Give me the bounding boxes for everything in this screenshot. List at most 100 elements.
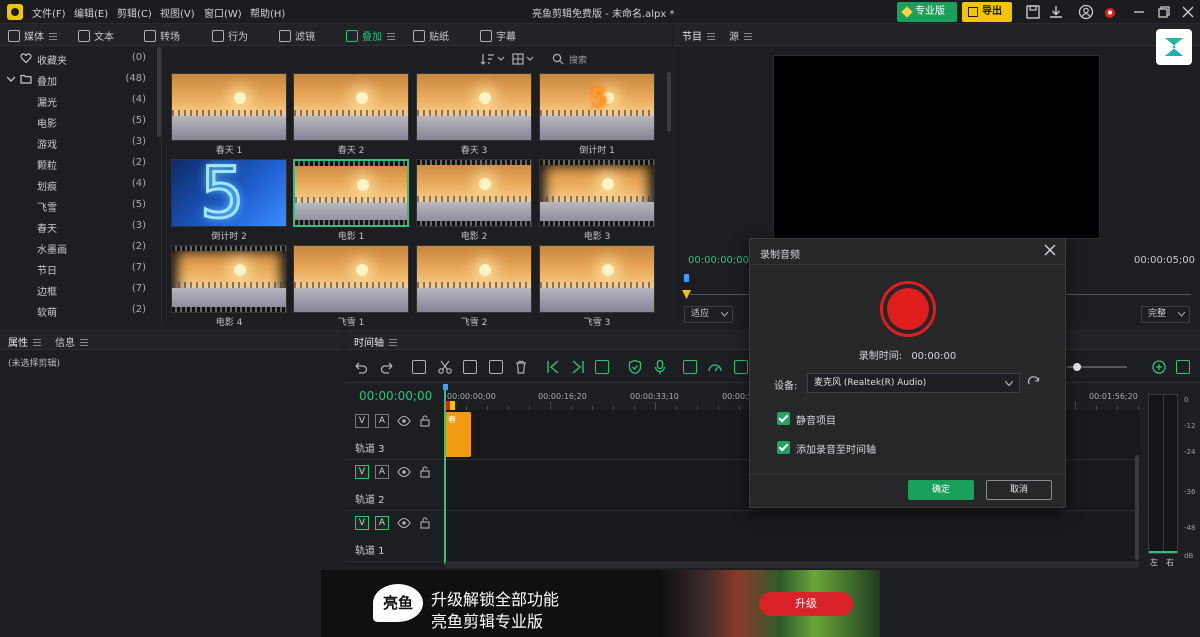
zoom-in-icon[interactable]	[1151, 359, 1167, 375]
tab-media[interactable]: 媒体	[8, 28, 57, 43]
timeline-playhead[interactable]	[444, 384, 446, 564]
overlay-thumbnail[interactable]	[416, 73, 532, 141]
menu-clip[interactable]: 剪辑(C)	[117, 5, 152, 20]
view-mode-dropdown[interactable]	[510, 50, 538, 68]
record-button[interactable]	[880, 281, 936, 337]
account-icon[interactable]	[1078, 4, 1094, 20]
app-badge-icon[interactable]	[1156, 29, 1192, 65]
overlay-thumbnail[interactable]	[539, 245, 655, 313]
upgrade-button[interactable]: 升级	[759, 592, 853, 616]
video-toggle-button[interactable]: V	[355, 465, 369, 479]
tab-text[interactable]: 文本	[78, 28, 114, 43]
menu-view[interactable]: 视图(V)	[160, 5, 195, 20]
menu-help[interactable]: 帮助(H)	[250, 5, 285, 20]
dialog-close-icon[interactable]	[1044, 244, 1056, 256]
grid-scrollbar[interactable]	[667, 72, 671, 132]
category-item[interactable]: 收藏夹 (0)	[0, 47, 160, 68]
search-input[interactable]: 搜索	[569, 53, 587, 66]
fit-timeline-icon[interactable]	[595, 360, 609, 374]
lock-icon[interactable]	[419, 414, 431, 427]
copy-icon[interactable]	[463, 360, 477, 374]
category-item[interactable]: 划痕 (4)	[0, 173, 160, 194]
tab-behavior[interactable]: 行为	[212, 28, 248, 43]
overlay-thumbnail[interactable]: 5	[539, 73, 655, 141]
lock-icon[interactable]	[419, 516, 431, 529]
preview-scrubber[interactable]	[690, 294, 750, 295]
overlay-thumbnail[interactable]	[171, 245, 287, 313]
track-row[interactable]	[445, 512, 1140, 562]
tab-source[interactable]: 源	[729, 28, 752, 43]
tab-program[interactable]: 节目	[682, 28, 715, 43]
overlay-thumbnail[interactable]: 5	[171, 159, 287, 227]
zoom-slider-handle[interactable]	[1073, 363, 1081, 371]
track-height-icon[interactable]	[1176, 360, 1190, 374]
jump-end-icon[interactable]	[570, 359, 586, 375]
shield-icon[interactable]	[627, 359, 643, 375]
notification-icon[interactable]	[1102, 4, 1118, 20]
menu-edit[interactable]: 编辑(E)	[74, 5, 108, 20]
redo-icon[interactable]	[379, 359, 395, 375]
tab-transition[interactable]: 转场	[144, 28, 180, 43]
eye-icon[interactable]	[397, 466, 411, 478]
tab-subtitle[interactable]: 字幕	[480, 28, 516, 43]
add-to-timeline-checkbox[interactable]	[777, 441, 790, 454]
category-item[interactable]: 软萌 (2)	[0, 299, 160, 320]
refresh-icon[interactable]	[1027, 376, 1041, 390]
tab-info[interactable]: 信息	[55, 334, 88, 349]
jump-start-icon[interactable]	[545, 359, 561, 375]
mute-project-checkbox[interactable]	[777, 412, 790, 425]
menu-window[interactable]: 窗口(W)	[204, 5, 242, 20]
tab-timeline[interactable]: 时间轴	[354, 334, 397, 349]
delete-icon[interactable]	[513, 359, 529, 375]
preview-screen[interactable]	[773, 55, 1100, 239]
close-icon[interactable]	[1180, 4, 1196, 20]
pro-version-button[interactable]: 专业版	[897, 2, 957, 22]
video-toggle-button[interactable]: V	[355, 414, 369, 428]
tab-sticker[interactable]: 贴纸	[413, 28, 449, 43]
overlay-thumbnail[interactable]	[171, 73, 287, 141]
eye-icon[interactable]	[397, 517, 411, 529]
chevron-down-icon[interactable]	[7, 75, 15, 83]
eye-icon[interactable]	[397, 415, 411, 427]
tab-properties[interactable]: 属性	[8, 334, 41, 349]
category-item[interactable]: 春天 (3)	[0, 215, 160, 236]
audio-toggle-button[interactable]: A	[375, 465, 389, 479]
timeline-hscrollbar[interactable]	[445, 562, 1139, 568]
timeline-scrollbar[interactable]	[1135, 455, 1139, 560]
lock-icon[interactable]	[419, 465, 431, 478]
category-item[interactable]: 游戏 (3)	[0, 131, 160, 152]
overlay-thumbnail[interactable]	[293, 73, 409, 141]
search-box[interactable]: 搜索	[548, 50, 668, 68]
restore-icon[interactable]	[1156, 4, 1172, 20]
category-scrollbar[interactable]	[157, 47, 161, 137]
category-item[interactable]: 飞雪 (5)	[0, 194, 160, 215]
undo-icon[interactable]	[353, 359, 369, 375]
fit-dropdown[interactable]: 适应	[684, 306, 733, 323]
scissors-icon[interactable]	[437, 359, 453, 375]
category-item[interactable]: 电影 (5)	[0, 110, 160, 131]
category-item[interactable]: 水墨画 (2)	[0, 236, 160, 257]
category-item[interactable]: 边框 (7)	[0, 278, 160, 299]
preview-scrubber-right[interactable]	[1066, 294, 1191, 295]
in-point-marker[interactable]	[684, 274, 689, 282]
overlay-thumbnail[interactable]	[293, 245, 409, 313]
quality-dropdown[interactable]: 完整	[1141, 306, 1190, 323]
overlay-thumbnail[interactable]	[416, 159, 532, 227]
paste-icon[interactable]	[489, 360, 503, 374]
audio-toggle-button[interactable]: A	[375, 516, 389, 530]
cancel-button[interactable]: 取消	[986, 480, 1052, 500]
monitor-icon[interactable]	[683, 360, 697, 374]
category-item[interactable]: 颗粒 (2)	[0, 152, 160, 173]
category-item[interactable]: 漏光 (4)	[0, 89, 160, 110]
clip-marker[interactable]	[445, 401, 455, 410]
overlay-thumbnail[interactable]	[416, 245, 532, 313]
save-icon[interactable]	[1025, 4, 1041, 20]
split-icon[interactable]	[412, 360, 426, 374]
video-toggle-button[interactable]: V	[355, 516, 369, 530]
snapshot-icon[interactable]	[734, 360, 748, 374]
overlay-thumbnail[interactable]	[539, 159, 655, 227]
sort-dropdown[interactable]	[478, 50, 506, 68]
microphone-icon[interactable]	[652, 359, 668, 375]
minimize-icon[interactable]	[1131, 4, 1147, 20]
tab-filter[interactable]: 滤镜	[279, 28, 315, 43]
